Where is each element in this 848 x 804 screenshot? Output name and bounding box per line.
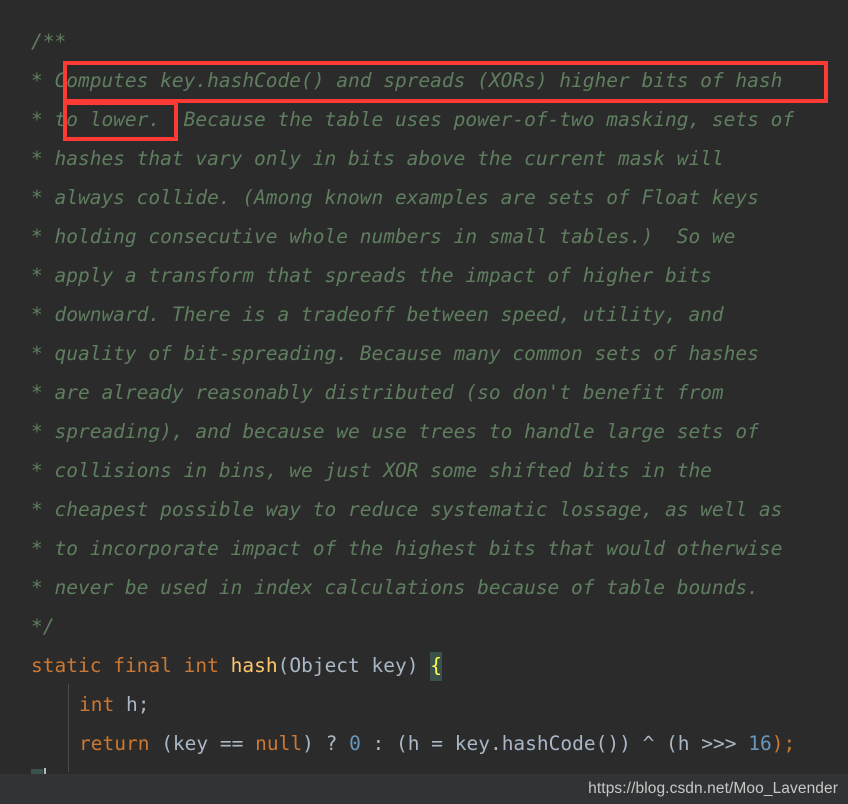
code-line-method-signature: static final int hash(Object key) {	[0, 646, 848, 685]
comment-text: * always collide. (Among known examples …	[31, 186, 759, 209]
comment-text: * never be used in index calculations be…	[31, 576, 759, 599]
return-condition-close: ) ?	[302, 732, 350, 755]
comment-text: * apply a transform that spreads the imp…	[31, 264, 712, 287]
comment-close-token: */	[31, 615, 55, 638]
code-line-comment-8: * quality of bit-spreading. Because many…	[0, 334, 848, 373]
code-line-comment-open: /**	[0, 22, 848, 61]
code-line-declaration: int h;	[0, 685, 848, 724]
code-line-comment-9: * are already reasonably distributed (so…	[0, 373, 848, 412]
keyword-final: final	[113, 654, 172, 677]
variable-declaration-rest: h;	[114, 693, 150, 716]
comment-text: * to lower. Because the table uses power…	[31, 108, 795, 131]
keyword-int: int	[79, 693, 115, 716]
comment-text: * hashes that vary only in bits above th…	[31, 147, 724, 170]
code-line-comment-5: * holding consecutive whole numbers in s…	[0, 217, 848, 256]
method-parameters: (Object key)	[277, 654, 419, 677]
keyword-static: static	[31, 654, 102, 677]
code-line-comment-close: */	[0, 607, 848, 646]
code-line-return: return (key == null) ? 0 : (h = key.hash…	[0, 724, 848, 763]
status-bar: https://blog.csdn.net/Moo_Lavender	[0, 774, 848, 804]
code-line-comment-14: * never be used in index calculations be…	[0, 568, 848, 607]
code-line-comment-1: * Computes key.hashCode() and spreads (X…	[0, 61, 848, 100]
comment-text: * are already reasonably distributed (so…	[31, 381, 724, 404]
comment-open-token: /**	[31, 30, 67, 53]
return-expression-tail: );	[771, 732, 796, 755]
comment-text: * quality of bit-spreading. Because many…	[31, 342, 759, 365]
return-condition-open: (key ==	[149, 732, 256, 755]
code-line-comment-6: * apply a transform that spreads the imp…	[0, 256, 848, 295]
number-zero: 0	[349, 732, 361, 755]
code-content-area[interactable]: /** * Computes key.hashCode() and spread…	[0, 0, 848, 798]
comment-text: * Computes key.hashCode() and spreads (X…	[31, 69, 783, 92]
code-line-comment-10: * spreading), and because we use trees t…	[0, 412, 848, 451]
comment-text: * spreading), and because we use trees t…	[31, 420, 759, 443]
code-line-comment-13: * to incorporate impact of the highest b…	[0, 529, 848, 568]
code-line-comment-4: * always collide. (Among known examples …	[0, 178, 848, 217]
code-editor-window: /** * Computes key.hashCode() and spread…	[0, 0, 848, 804]
code-line-comment-12: * cheapest possible way to reduce system…	[0, 490, 848, 529]
code-line-comment-2: * to lower. Because the table uses power…	[0, 100, 848, 139]
method-name-hash: hash	[230, 654, 278, 677]
code-line-comment-11: * collisions in bins, we just XOR some s…	[0, 451, 848, 490]
code-line-comment-7: * downward. There is a tradeoff between …	[0, 295, 848, 334]
keyword-return: return	[79, 732, 150, 755]
comment-text: * holding consecutive whole numbers in s…	[31, 225, 736, 248]
return-expression-middle: : (h = key.hashCode()) ^ (h >>>	[360, 732, 749, 755]
comment-text: * collisions in bins, we just XOR some s…	[31, 459, 712, 482]
watermark-url: https://blog.csdn.net/Moo_Lavender	[588, 780, 838, 797]
code-line-comment-3: * hashes that vary only in bits above th…	[0, 139, 848, 178]
keyword-int: int	[183, 654, 219, 677]
number-sixteen: 16	[748, 732, 772, 755]
matching-open-brace-highlight: {	[430, 652, 442, 681]
comment-text: * to incorporate impact of the highest b…	[31, 537, 783, 560]
keyword-null: null	[255, 732, 303, 755]
comment-text: * cheapest possible way to reduce system…	[31, 498, 783, 521]
indent-guide	[68, 684, 69, 772]
comment-text: * downward. There is a tradeoff between …	[31, 303, 724, 326]
